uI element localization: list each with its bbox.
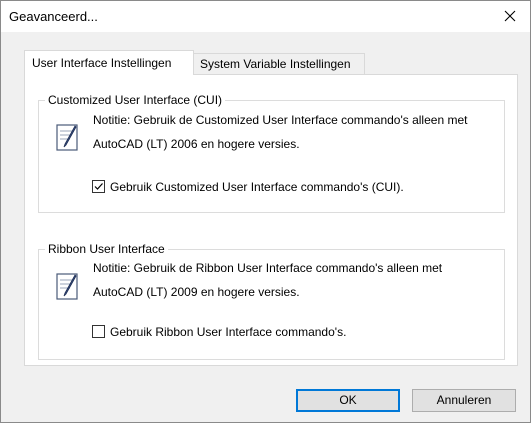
ribbon-groupbox: Ribbon User Interface Notitie: Gebruik d… xyxy=(38,241,505,360)
checkmark-icon xyxy=(94,183,103,190)
cui-checkbox-label: Gebruik Customized User Interface comman… xyxy=(110,180,404,194)
note-icon xyxy=(56,124,80,155)
cui-note-line-2: AutoCAD (LT) 2006 en hogere versies. xyxy=(93,137,300,151)
close-icon xyxy=(504,10,516,22)
dialog-window: Geavanceerd... User Interface Instelling… xyxy=(0,0,531,423)
tab-system-variable-settings[interactable]: System Variable Instellingen xyxy=(194,53,365,75)
tab-user-interface-settings[interactable]: User Interface Instellingen xyxy=(24,50,194,75)
ribbon-note-line-1: Notitie: Gebruik de Ribbon User Interfac… xyxy=(93,261,443,275)
close-button[interactable] xyxy=(490,1,530,32)
note-icon xyxy=(56,273,80,304)
tab-panel: Customized User Interface (CUI) Notitie:… xyxy=(24,74,518,366)
ribbon-note-line-2: AutoCAD (LT) 2009 en hogere versies. xyxy=(93,285,300,299)
title-bar: Geavanceerd... xyxy=(1,1,530,32)
ribbon-checkbox[interactable] xyxy=(92,325,105,338)
window-title: Geavanceerd... xyxy=(9,9,98,24)
cui-group-title: Customized User Interface (CUI) xyxy=(45,92,226,108)
ribbon-group-title: Ribbon User Interface xyxy=(45,241,168,257)
ok-button[interactable]: OK xyxy=(296,389,400,412)
cancel-button[interactable]: Annuleren xyxy=(412,389,516,412)
ribbon-checkbox-label: Gebruik Ribbon User Interface commando's… xyxy=(110,325,347,339)
cui-note-line-1: Notitie: Gebruik de Customized User Inte… xyxy=(93,113,468,127)
cui-checkbox[interactable] xyxy=(92,180,105,193)
cui-groupbox: Customized User Interface (CUI) Notitie:… xyxy=(38,92,505,213)
